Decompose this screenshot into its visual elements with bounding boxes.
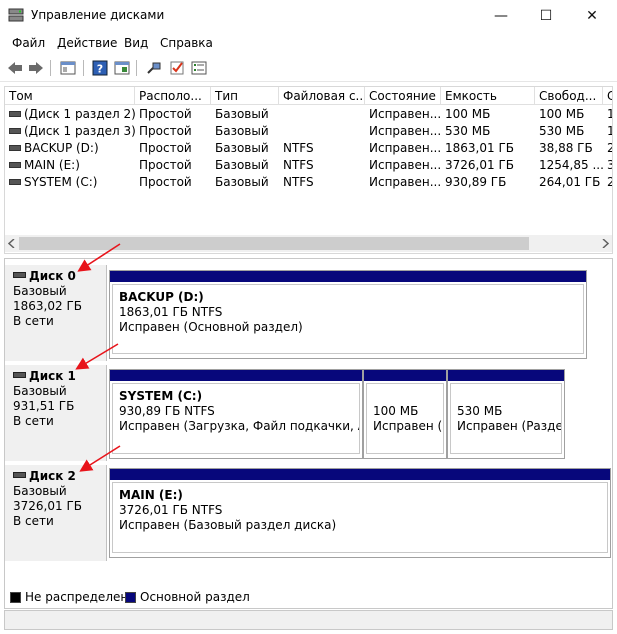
- unallocated-swatch: [10, 591, 21, 603]
- legend-unallocated: Не распределена: [10, 590, 136, 604]
- primary-swatch: [125, 591, 136, 603]
- status-bar: [4, 610, 613, 630]
- legend-primary: Основной раздел: [125, 590, 250, 604]
- legend-primary-label: Основной раздел: [140, 590, 250, 604]
- legend-unallocated-label: Не распределена: [25, 590, 136, 604]
- arrow-to-disk-1: [75, 343, 119, 370]
- arrow-to-disk-2: [79, 445, 121, 472]
- annotation-arrows: [75, 243, 121, 472]
- legend-bar: Не распределена Основной раздел: [4, 587, 613, 609]
- arrow-to-disk-0: [77, 243, 121, 272]
